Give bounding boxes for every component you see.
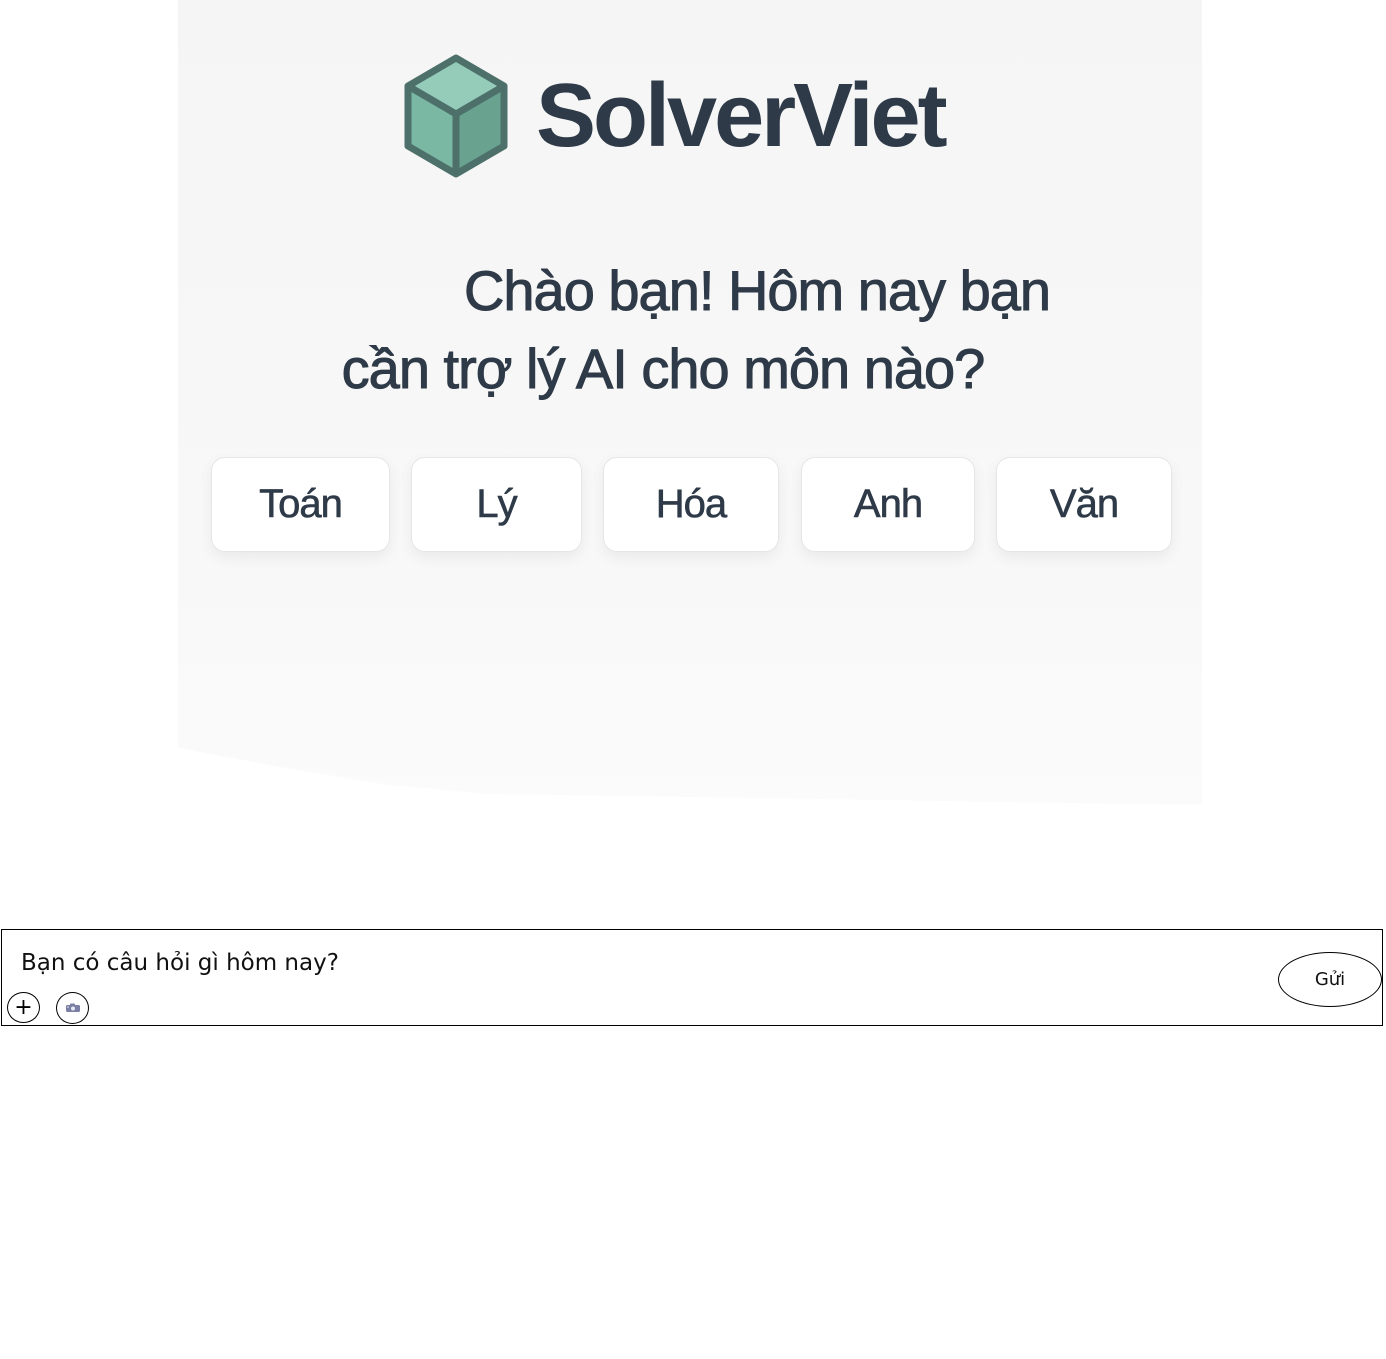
camera-button[interactable]: [56, 992, 89, 1024]
brand-logo: SolverViet: [404, 54, 948, 178]
chat-composer: + Gửi: [1, 929, 1383, 1026]
subject-button-hoa[interactable]: Hóa: [603, 457, 779, 552]
question-input[interactable]: [21, 946, 1221, 980]
greeting-line-2: cần trợ lý AI cho môn nào?: [341, 337, 986, 401]
brand-name: SolverViet: [536, 66, 948, 166]
plus-icon: +: [14, 994, 33, 1020]
attach-button[interactable]: +: [7, 992, 40, 1023]
cube-icon: [404, 54, 508, 178]
greeting-line-1: Chào bạn! Hôm nay bạn: [463, 259, 1051, 323]
subject-button-ly[interactable]: Lý: [411, 457, 582, 552]
subject-button-toan[interactable]: Toán: [211, 457, 390, 552]
camera-icon: [65, 1003, 80, 1012]
greeting-heading: Chào bạn! Hôm nay bạn cần trợ lý AI cho …: [300, 252, 1086, 408]
send-button[interactable]: Gửi: [1278, 952, 1382, 1007]
subject-button-van[interactable]: Văn: [996, 457, 1172, 552]
subject-button-anh[interactable]: Anh: [801, 457, 975, 552]
